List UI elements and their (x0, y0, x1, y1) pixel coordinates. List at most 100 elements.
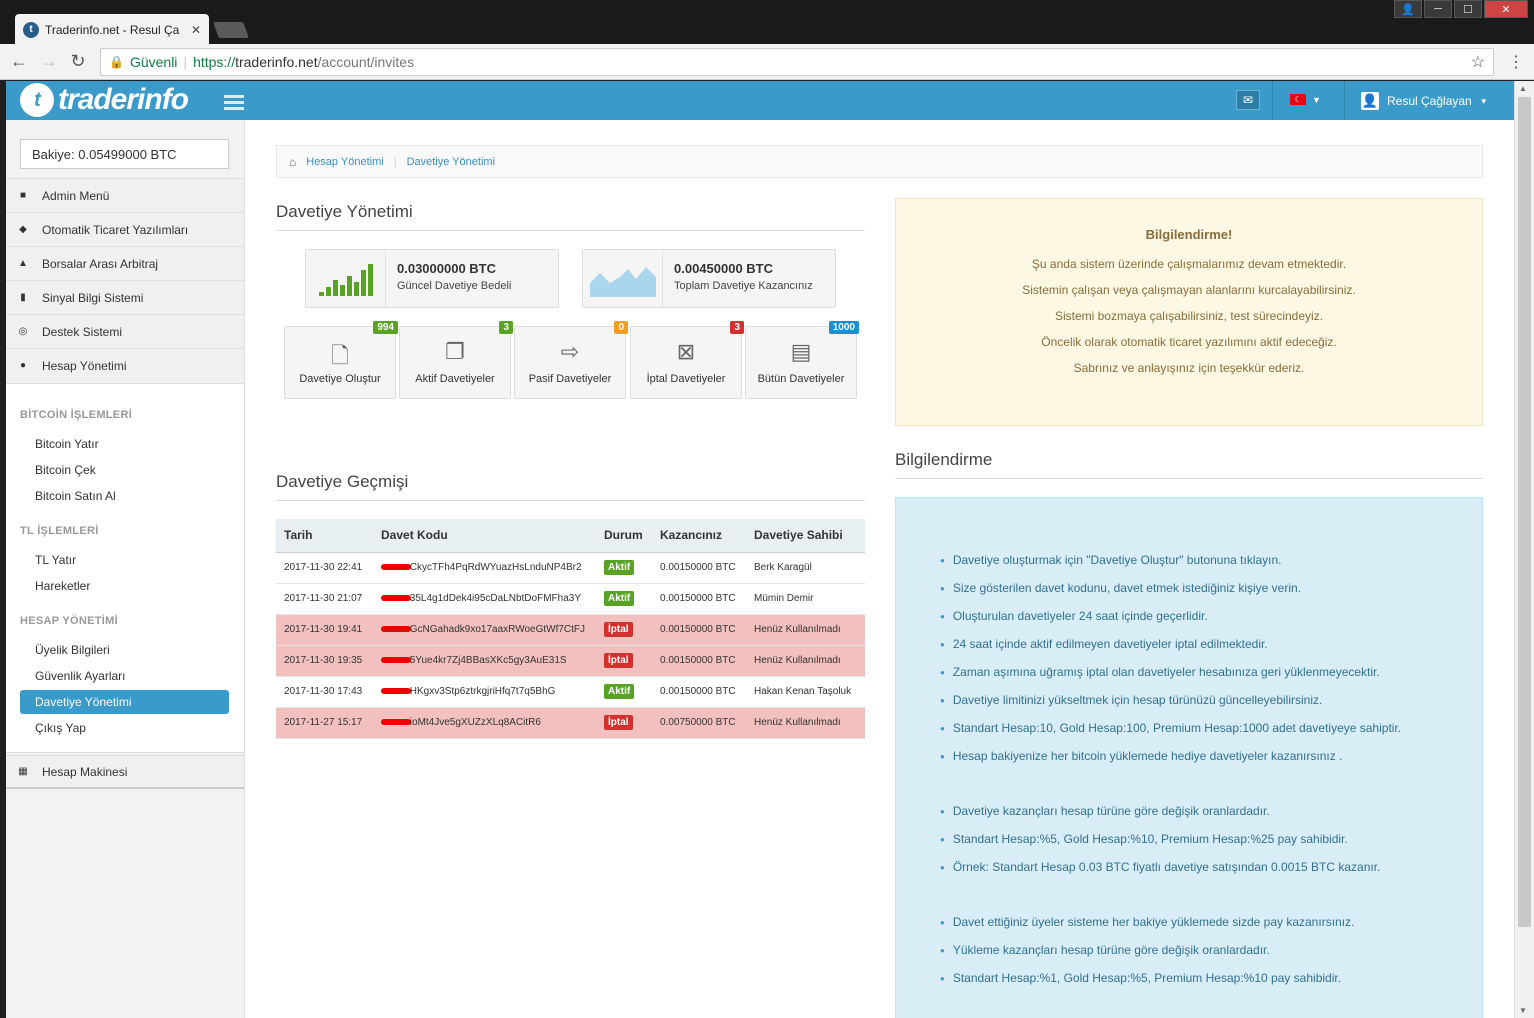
info-item: ● Örnek: Standart Hesap 0.03 BTC fiyatlı … (940, 860, 1380, 874)
tile-label: İptal Davetiyeler (646, 373, 726, 385)
all-invites-button[interactable]: 1000 ▤ Bütün Davetiyeler (745, 321, 859, 399)
scroll-up-icon[interactable]: ▲ (1519, 84, 1527, 93)
new-tab-button[interactable] (213, 22, 249, 38)
reload-icon[interactable]: ↻ (70, 51, 86, 72)
cell-code: CkycTFh4PqRdWYuazHsLnduNP4Br2 (373, 552, 596, 584)
user-profile-icon[interactable]: 👤 (1394, 0, 1422, 18)
info-item: ● Yükleme kazançları hesap türüne göre de… (940, 943, 1270, 957)
breadcrumb-item[interactable]: Davetiye Yönetimi (407, 156, 495, 168)
sidebar-item-label: Hesap Yönetimi (42, 358, 127, 373)
page-scrollbar[interactable]: ▲ ▼ (1514, 81, 1534, 1018)
sidebar-submenu: BİTCOİN İŞLEMLERİ Bitcoin Yatır Bitcoin … (6, 383, 244, 753)
mail-icon[interactable]: ✉ (1236, 90, 1260, 110)
column-header: Kazancınız (652, 519, 746, 553)
stat-value: 0.00450000 BTC (674, 261, 774, 276)
browser-menu-icon[interactable]: ⋮ (1508, 52, 1524, 72)
sidebar-link-transactions[interactable]: Hareketler (20, 574, 229, 598)
url-host: traderinfo.net (235, 53, 318, 70)
info-text: Zaman aşımına uğramış iptal olan davetiy… (952, 665, 1380, 679)
sidebar-item-calculator[interactable]: ▦ Hesap Makinesi (6, 755, 244, 789)
sidebar-item-support[interactable]: ◎ Destek Sistemi (6, 314, 244, 348)
bullet-icon: ● (940, 973, 945, 983)
breadcrumb-separator: | (393, 155, 397, 168)
bookmark-star-icon[interactable]: ☆ (1471, 52, 1485, 72)
sidebar-item-account[interactable]: ● Hesap Yönetimi (6, 348, 244, 382)
maximize-button[interactable]: ☐ (1454, 0, 1482, 18)
info-item: ● Hesap bakiyenize her bitcoin yüklemede … (940, 749, 1342, 763)
create-invite-button[interactable]: 994 🗋 Davetiye Oluştur (284, 321, 398, 399)
home-icon[interactable]: ⌂ (289, 155, 296, 169)
breadcrumb-item[interactable]: Hesap Yönetimi (306, 156, 383, 168)
scroll-down-icon[interactable]: ▼ (1519, 1006, 1527, 1015)
sidebar-item-signals[interactable]: ▮ Sinyal Bilgi Sistemi (6, 280, 244, 314)
logo[interactable]: t traderinfo (20, 83, 189, 117)
sidebar-link-bitcoin-deposit[interactable]: Bitcoin Yatır (20, 432, 229, 456)
count-badge: 994 (373, 321, 398, 334)
minimize-button[interactable]: ─ (1424, 0, 1452, 18)
info-text: Davet ettiğiniz üyeler sisteme her bakiy… (952, 915, 1355, 929)
url-field[interactable]: 🔒 Güvenli | https://traderinfo.net/accou… (100, 47, 1494, 76)
sidebar-link-bitcoin-buy[interactable]: Bitcoin Satın Al (20, 484, 229, 508)
cell-status: Aktif (596, 676, 652, 708)
cell-owner: Henüz Kullanılmadı (746, 707, 865, 739)
active-invites-button[interactable]: 3 ❐ Aktif Davetiyeler (399, 321, 513, 399)
invite-code: ioMt4Jve5gXUZzXLq8ACitR6 (409, 717, 541, 728)
info-text: Hesap bakiyenize her bitcoin yüklemede h… (952, 749, 1343, 763)
table-row: 2017-11-30 19:41 GcNGahadk9xo17aaxRWoeGt… (276, 614, 865, 646)
lock-icon: ■ (19, 190, 27, 201)
cancelled-invites-button[interactable]: 3 ⊠ İptal Davetiyeler (630, 321, 744, 399)
invite-code: CkycTFh4PqRdWYuazHsLnduNP4Br2 (409, 562, 582, 573)
sidebar-item-label: Sinyal Bilgi Sistemi (42, 290, 144, 305)
sidebar-link-invites[interactable]: Davetiye Yönetimi (20, 690, 229, 714)
user-avatar-icon: 👤 (1361, 92, 1379, 110)
forward-icon[interactable]: → (40, 51, 58, 72)
sidebar-link-membership[interactable]: Üyelik Bilgileri (20, 638, 229, 662)
column-header: Tarih (276, 519, 373, 553)
info-item: ● Oluşturulan davetiyeler 24 saat içinde … (940, 609, 1208, 623)
column-header: Durum (596, 519, 652, 553)
count-badge: 3 (730, 321, 744, 334)
passive-invites-button[interactable]: 0 ⇨ Pasif Davetiyeler (514, 321, 628, 399)
sidebar-item-label: Hesap Makinesi (42, 764, 128, 779)
sidebar-link-logout[interactable]: Çıkış Yap (20, 716, 229, 740)
browser-tab[interactable]: t Traderinfo.net - Resul Ça ✕ (15, 14, 209, 45)
cell-status: İptal (596, 645, 652, 677)
table-row: 2017-11-30 22:41 CkycTFh4PqRdWYuazHsLndu… (276, 552, 865, 584)
sidebar-item-trading-bots[interactable]: ◆ Otomatik Ticaret Yazılımları (6, 212, 244, 246)
cell-owner: Henüz Kullanılmadı (746, 645, 865, 677)
id-card-icon: ▤ (790, 339, 812, 364)
address-bar: ← → ↻ 🔒 Güvenli | https://traderinfo.net… (0, 44, 1534, 80)
file-remove-icon: ⊠ (676, 339, 696, 364)
android-icon: ◆ (19, 224, 27, 235)
cell-earn: 0.00150000 BTC (652, 583, 746, 615)
divider (276, 230, 865, 231)
sidebar-link-tl-deposit[interactable]: TL Yatır (20, 548, 229, 572)
sidebar-link-security[interactable]: Güvenlik Ayarları (20, 664, 229, 688)
language-dropdown[interactable]: ☾ ▼ (1290, 94, 1321, 105)
browser-titlebar: t Traderinfo.net - Resul Ça ✕ 👤 ─ ☐ ✕ (0, 0, 1534, 45)
bullet-icon: ● (940, 555, 945, 565)
invite-code: 35L4g1dDek4i95cDaLNbtDoFMFha3Y (409, 593, 581, 604)
close-window-button[interactable]: ✕ (1484, 0, 1528, 18)
close-tab-icon[interactable]: ✕ (191, 23, 201, 37)
sidebar: Bakiye: 0.05499000 BTC ■ Admin Menü ◆ Ot… (6, 120, 245, 1018)
logo-text: traderinfo (58, 83, 189, 116)
sidebar-item-arbitrage[interactable]: ▲ Borsalar Arası Arbitraj (6, 246, 244, 280)
info-item: ● Davetiye oluşturmak için "Davetiye Oluş… (940, 553, 1282, 567)
hamburger-menu-icon[interactable] (224, 95, 244, 113)
info-item: ● Davet ettiğiniz üyeler sisteme her baki… (940, 915, 1354, 929)
sidebar-item-admin-menu[interactable]: ■ Admin Menü (6, 178, 244, 212)
scrollbar-thumb[interactable] (1518, 97, 1531, 927)
cell-earn: 0.00150000 BTC (652, 552, 746, 584)
user-dropdown[interactable]: 👤 Resul Çağlayan ▼ (1361, 92, 1488, 110)
cell-date: 2017-11-30 22:41 (276, 552, 373, 584)
status-badge: İptal (604, 715, 633, 730)
info-text: Davetiye kazançları hesap türüne göre de… (952, 804, 1270, 818)
file-export-icon: ⇨ (560, 339, 580, 364)
area-chart-icon (583, 250, 663, 307)
status-badge: Aktif (604, 684, 635, 699)
url-path: /account/invites (317, 53, 415, 70)
files-icon: ❐ (445, 339, 465, 364)
back-icon[interactable]: ← (10, 51, 28, 72)
sidebar-link-bitcoin-withdraw[interactable]: Bitcoin Çek (20, 458, 229, 482)
